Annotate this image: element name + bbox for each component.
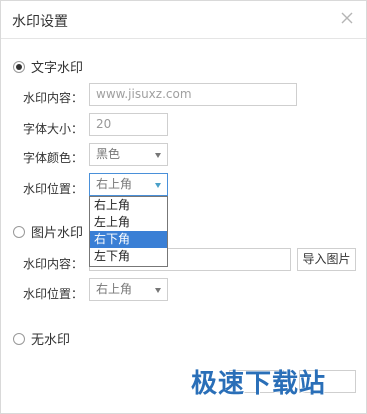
text-content-label: 水印内容： [23, 91, 84, 105]
radio-unchecked-icon [13, 332, 25, 345]
font-size-label: 字体大小： [23, 122, 84, 136]
text-watermark-radio[interactable]: 文字水印 [13, 57, 83, 76]
image-position-value: 右上角 [96, 282, 133, 296]
text-watermark-label: 文字水印 [31, 61, 84, 76]
dropdown-option[interactable]: 左上角 [90, 214, 167, 231]
chevron-down-icon [155, 288, 161, 293]
dialog-title: 水印设置 [12, 14, 68, 30]
text-position-label: 水印位置： [23, 182, 84, 196]
radio-unchecked-icon [13, 225, 25, 238]
brand-watermark-text: 极速下载站 [191, 369, 327, 399]
font-color-select[interactable]: 黑色 [89, 143, 168, 166]
image-position-label: 水印位置： [23, 287, 84, 301]
dropdown-option[interactable]: 右上角 [90, 197, 167, 214]
font-size-input[interactable]: 20 [89, 113, 168, 136]
position-dropdown-list: 右上角 左上角 右下角 左下角 [89, 196, 168, 267]
chevron-down-icon [155, 183, 161, 188]
text-position-value: 右上角 [96, 177, 133, 191]
radio-checked-icon [13, 60, 25, 73]
title-bar: 水印设置 [1, 1, 366, 39]
image-position-select[interactable]: 右上角 [89, 278, 168, 301]
dropdown-option-highlighted[interactable]: 右下角 [90, 231, 167, 248]
image-content-label: 水印内容： [23, 257, 84, 271]
chevron-down-icon [155, 153, 161, 158]
text-content-input[interactable]: www.jisuxz.com [89, 83, 297, 106]
import-image-button[interactable]: 导入图片 [297, 248, 356, 271]
no-watermark-label: 无水印 [31, 333, 71, 348]
font-color-label: 字体颜色： [23, 151, 84, 165]
font-color-value: 黑色 [96, 147, 121, 161]
dropdown-option[interactable]: 左下角 [90, 248, 167, 265]
text-position-select[interactable]: 右上角 [89, 173, 168, 196]
close-icon[interactable] [338, 9, 356, 27]
image-watermark-label: 图片水印 [31, 226, 84, 241]
watermark-settings-dialog: 水印设置 文字水印 水印内容： www.jisuxz.com 字体大小： 20 … [0, 0, 367, 414]
image-watermark-radio[interactable]: 图片水印 [13, 222, 83, 241]
no-watermark-radio[interactable]: 无水印 [13, 329, 70, 348]
